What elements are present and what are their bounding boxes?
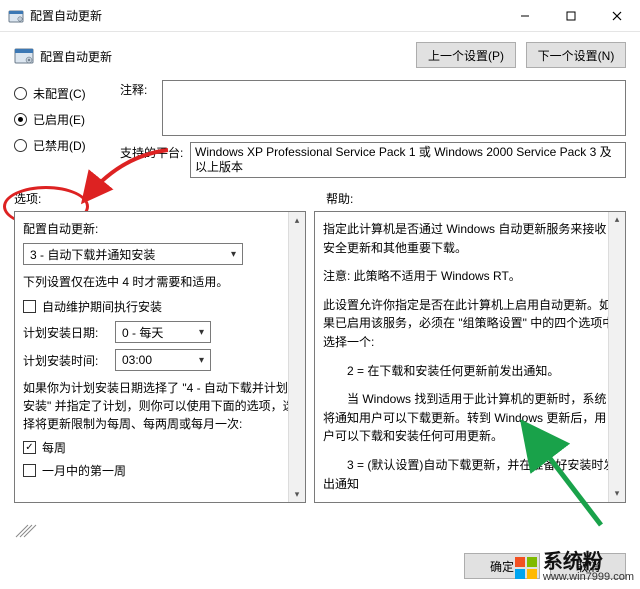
maintenance-install-label: 自动维护期间执行安装 — [42, 298, 162, 315]
radio-enabled-label: 已启用(E) — [33, 111, 85, 128]
weekly-label: 每周 — [42, 439, 66, 456]
help-p3: 此设置允许你指定是否在此计算机上启用自动更新。如果已启用该服务，必须在 "组策略… — [323, 296, 617, 352]
comment-textarea[interactable] — [162, 80, 626, 136]
install-time-label: 计划安装时间: — [23, 352, 105, 369]
radio-disabled[interactable]: 已禁用(D) — [14, 132, 114, 158]
radio-disabled-label: 已禁用(D) — [33, 137, 86, 154]
help-label: 帮助: — [314, 190, 626, 207]
comment-label: 注释: — [120, 81, 147, 98]
minimize-button[interactable] — [502, 0, 548, 31]
help-p2: 注意: 此策略不适用于 Windows RT。 — [323, 267, 617, 286]
maintenance-install-checkbox[interactable]: 自动维护期间执行安装 — [23, 298, 297, 315]
watermark: 系统粉 www.win7999.com — [515, 552, 634, 583]
options-label: 选项: — [14, 190, 314, 207]
options-paragraph: 如果你为计划安装日期选择了 "4 - 自动下载并计划安装" 并指定了计划，则你可… — [23, 379, 297, 433]
resize-grip-icon — [14, 523, 44, 539]
chevron-down-icon: ▾ — [199, 355, 204, 366]
radio-not-configured[interactable]: 未配置(C) — [14, 80, 114, 106]
install-day-label: 计划安装日期: — [23, 324, 105, 341]
policy-large-icon — [14, 46, 34, 66]
install-time-value: 03:00 — [122, 353, 152, 367]
help-p6: 3 = (默认设置)自动下载更新，并在准备好安装时发出通知 — [323, 456, 617, 493]
maximize-button[interactable] — [548, 0, 594, 31]
supported-platform-value: Windows XP Professional Service Pack 1 或… — [195, 145, 612, 174]
scroll-up-icon[interactable]: ▴ — [609, 212, 625, 228]
first-week-check-indicator — [23, 464, 36, 477]
options-pane: ▴ ▾ 配置自动更新: 3 - 自动下载并通知安装 ▾ 下列设置仅在选中 4 时… — [14, 211, 306, 503]
prev-setting-button[interactable]: 上一个设置(P) — [416, 42, 516, 68]
supported-platform-label: 支持的平台: — [120, 144, 183, 161]
titlebar: 配置自动更新 — [0, 0, 640, 32]
update-mode-dropdown[interactable]: 3 - 自动下载并通知安装 ▾ — [23, 243, 243, 265]
help-pane: ▴ ▾ 指定此计算机是否通过 Windows 自动更新服务来接收安全更新和其他重… — [314, 211, 626, 503]
options-note: 下列设置仅在选中 4 时才需要和适用。 — [23, 273, 297, 290]
chevron-down-icon: ▾ — [231, 249, 236, 260]
help-p5: 当 Windows 找到适用于此计算机的更新时，系统将通知用户可以下载更新。转到… — [323, 390, 617, 446]
ok-label: 确定 — [490, 558, 514, 575]
dialog-title: 配置自动更新 — [40, 48, 112, 65]
scroll-down-icon[interactable]: ▾ — [289, 486, 305, 502]
watermark-domain: www.win7999.com — [543, 572, 634, 583]
next-setting-button[interactable]: 下一个设置(N) — [526, 42, 626, 68]
window-title: 配置自动更新 — [30, 7, 102, 24]
help-p1: 指定此计算机是否通过 Windows 自动更新服务来接收安全更新和其他重要下载。 — [323, 220, 617, 257]
help-p4: 2 = 在下载和安装任何更新前发出通知。 — [323, 362, 617, 381]
install-day-value: 0 - 每天 — [122, 324, 163, 341]
install-day-dropdown[interactable]: 0 - 每天 ▾ — [115, 321, 211, 343]
chevron-down-icon: ▾ — [199, 327, 204, 338]
scroll-up-icon[interactable]: ▴ — [289, 212, 305, 228]
update-mode-value: 3 - 自动下载并通知安装 — [30, 246, 155, 263]
next-setting-label: 下一个设置(N) — [538, 47, 615, 64]
weekly-checkbox[interactable]: ✓ 每周 — [23, 439, 297, 456]
radio-disabled-indicator — [14, 139, 27, 152]
prev-setting-label: 上一个设置(P) — [428, 47, 504, 64]
watermark-brand: 系统粉 — [543, 552, 603, 572]
window-controls — [502, 0, 640, 31]
weekly-check-indicator: ✓ — [23, 441, 36, 454]
radio-not-configured-label: 未配置(C) — [33, 85, 86, 102]
maintenance-install-check-indicator — [23, 300, 36, 313]
radio-enabled-indicator — [14, 113, 27, 126]
supported-platform-box: Windows XP Professional Service Pack 1 或… — [190, 142, 626, 178]
dialog-header: 配置自动更新 上一个设置(P) 下一个设置(N) — [0, 32, 640, 68]
first-week-checkbox[interactable]: 一月中的第一周 — [23, 462, 297, 479]
options-heading: 配置自动更新: — [23, 220, 297, 237]
scroll-down-icon[interactable]: ▾ — [609, 486, 625, 502]
policy-state-region: 未配置(C) 已启用(E) 已禁用(D) 注释: 支持的平台: Windows … — [0, 68, 640, 184]
microsoft-logo-icon — [515, 557, 537, 579]
panes: ▴ ▾ 配置自动更新: 3 - 自动下载并通知安装 ▾ 下列设置仅在选中 4 时… — [0, 211, 640, 503]
install-time-dropdown[interactable]: 03:00 ▾ — [115, 349, 211, 371]
section-labels: 选项: 帮助: — [0, 184, 640, 211]
radio-enabled[interactable]: 已启用(E) — [14, 106, 114, 132]
close-button[interactable] — [594, 0, 640, 31]
policy-icon — [8, 8, 24, 24]
radio-not-configured-indicator — [14, 87, 27, 100]
first-week-label: 一月中的第一周 — [42, 462, 126, 479]
